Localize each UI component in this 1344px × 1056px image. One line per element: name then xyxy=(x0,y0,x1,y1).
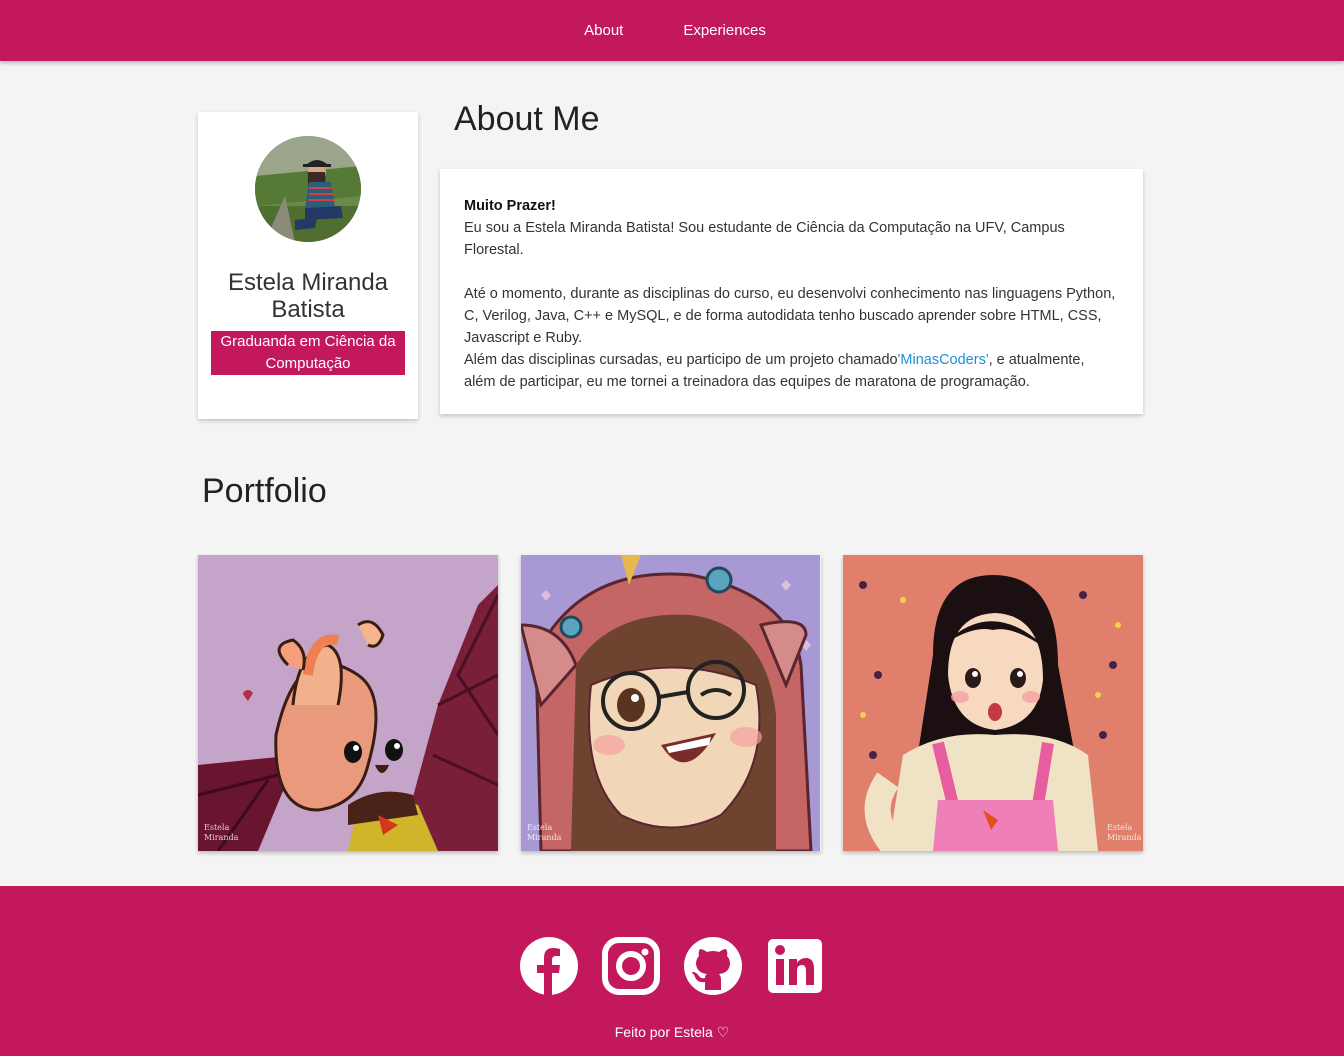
unicorn-artwork xyxy=(521,555,820,851)
instagram-icon[interactable] xyxy=(601,936,661,996)
top-nav: About Experiences xyxy=(0,0,1344,61)
profile-card: Estela Miranda Batista Graduanda em Ciên… xyxy=(198,112,418,419)
github-icon[interactable] xyxy=(683,936,743,996)
footer: Feito por Estela ♡ xyxy=(0,886,1344,1056)
about-card: Muito Prazer! Eu sou a Estela Miranda Ba… xyxy=(440,169,1143,414)
portfolio-item-overalls[interactable]: Estela Miranda xyxy=(843,555,1143,851)
artwork-signature: Estela Miranda xyxy=(527,823,562,842)
overalls-artwork xyxy=(843,555,1143,851)
portfolio-item-fairy[interactable]: Estela Miranda xyxy=(198,555,498,851)
nav-experiences-link[interactable]: Experiences xyxy=(653,0,796,61)
fairy-artwork xyxy=(198,555,498,851)
nav-about-link[interactable]: About xyxy=(554,0,653,61)
about-title: About Me xyxy=(454,100,600,138)
artwork-signature: Estela Miranda xyxy=(1107,823,1142,842)
about-greeting: Muito Prazer! xyxy=(464,198,556,214)
about-paragraph-2: Até o momento, durante as disciplinas do… xyxy=(464,286,1116,346)
minascoders-link[interactable]: 'MinasCoders' xyxy=(898,352,989,368)
facebook-icon[interactable] xyxy=(519,936,579,996)
artwork-signature: Estela Miranda xyxy=(204,823,239,842)
portfolio-title: Portfolio xyxy=(202,472,327,510)
about-paragraph-3-start: Além das disciplinas cursadas, eu partic… xyxy=(464,352,898,368)
portfolio-item-unicorn[interactable]: Estela Miranda xyxy=(521,555,821,851)
about-paragraph-1: Eu sou a Estela Miranda Batista! Sou est… xyxy=(464,220,1065,258)
linkedin-icon[interactable] xyxy=(765,936,825,996)
profile-avatar xyxy=(255,136,361,242)
footer-credit: Feito por Estela ♡ xyxy=(614,1024,730,1040)
profile-name: Estela Miranda Batista xyxy=(227,269,389,323)
profile-role-badge: Graduanda em Ciência da Computação xyxy=(211,331,405,375)
social-links xyxy=(0,936,1344,996)
